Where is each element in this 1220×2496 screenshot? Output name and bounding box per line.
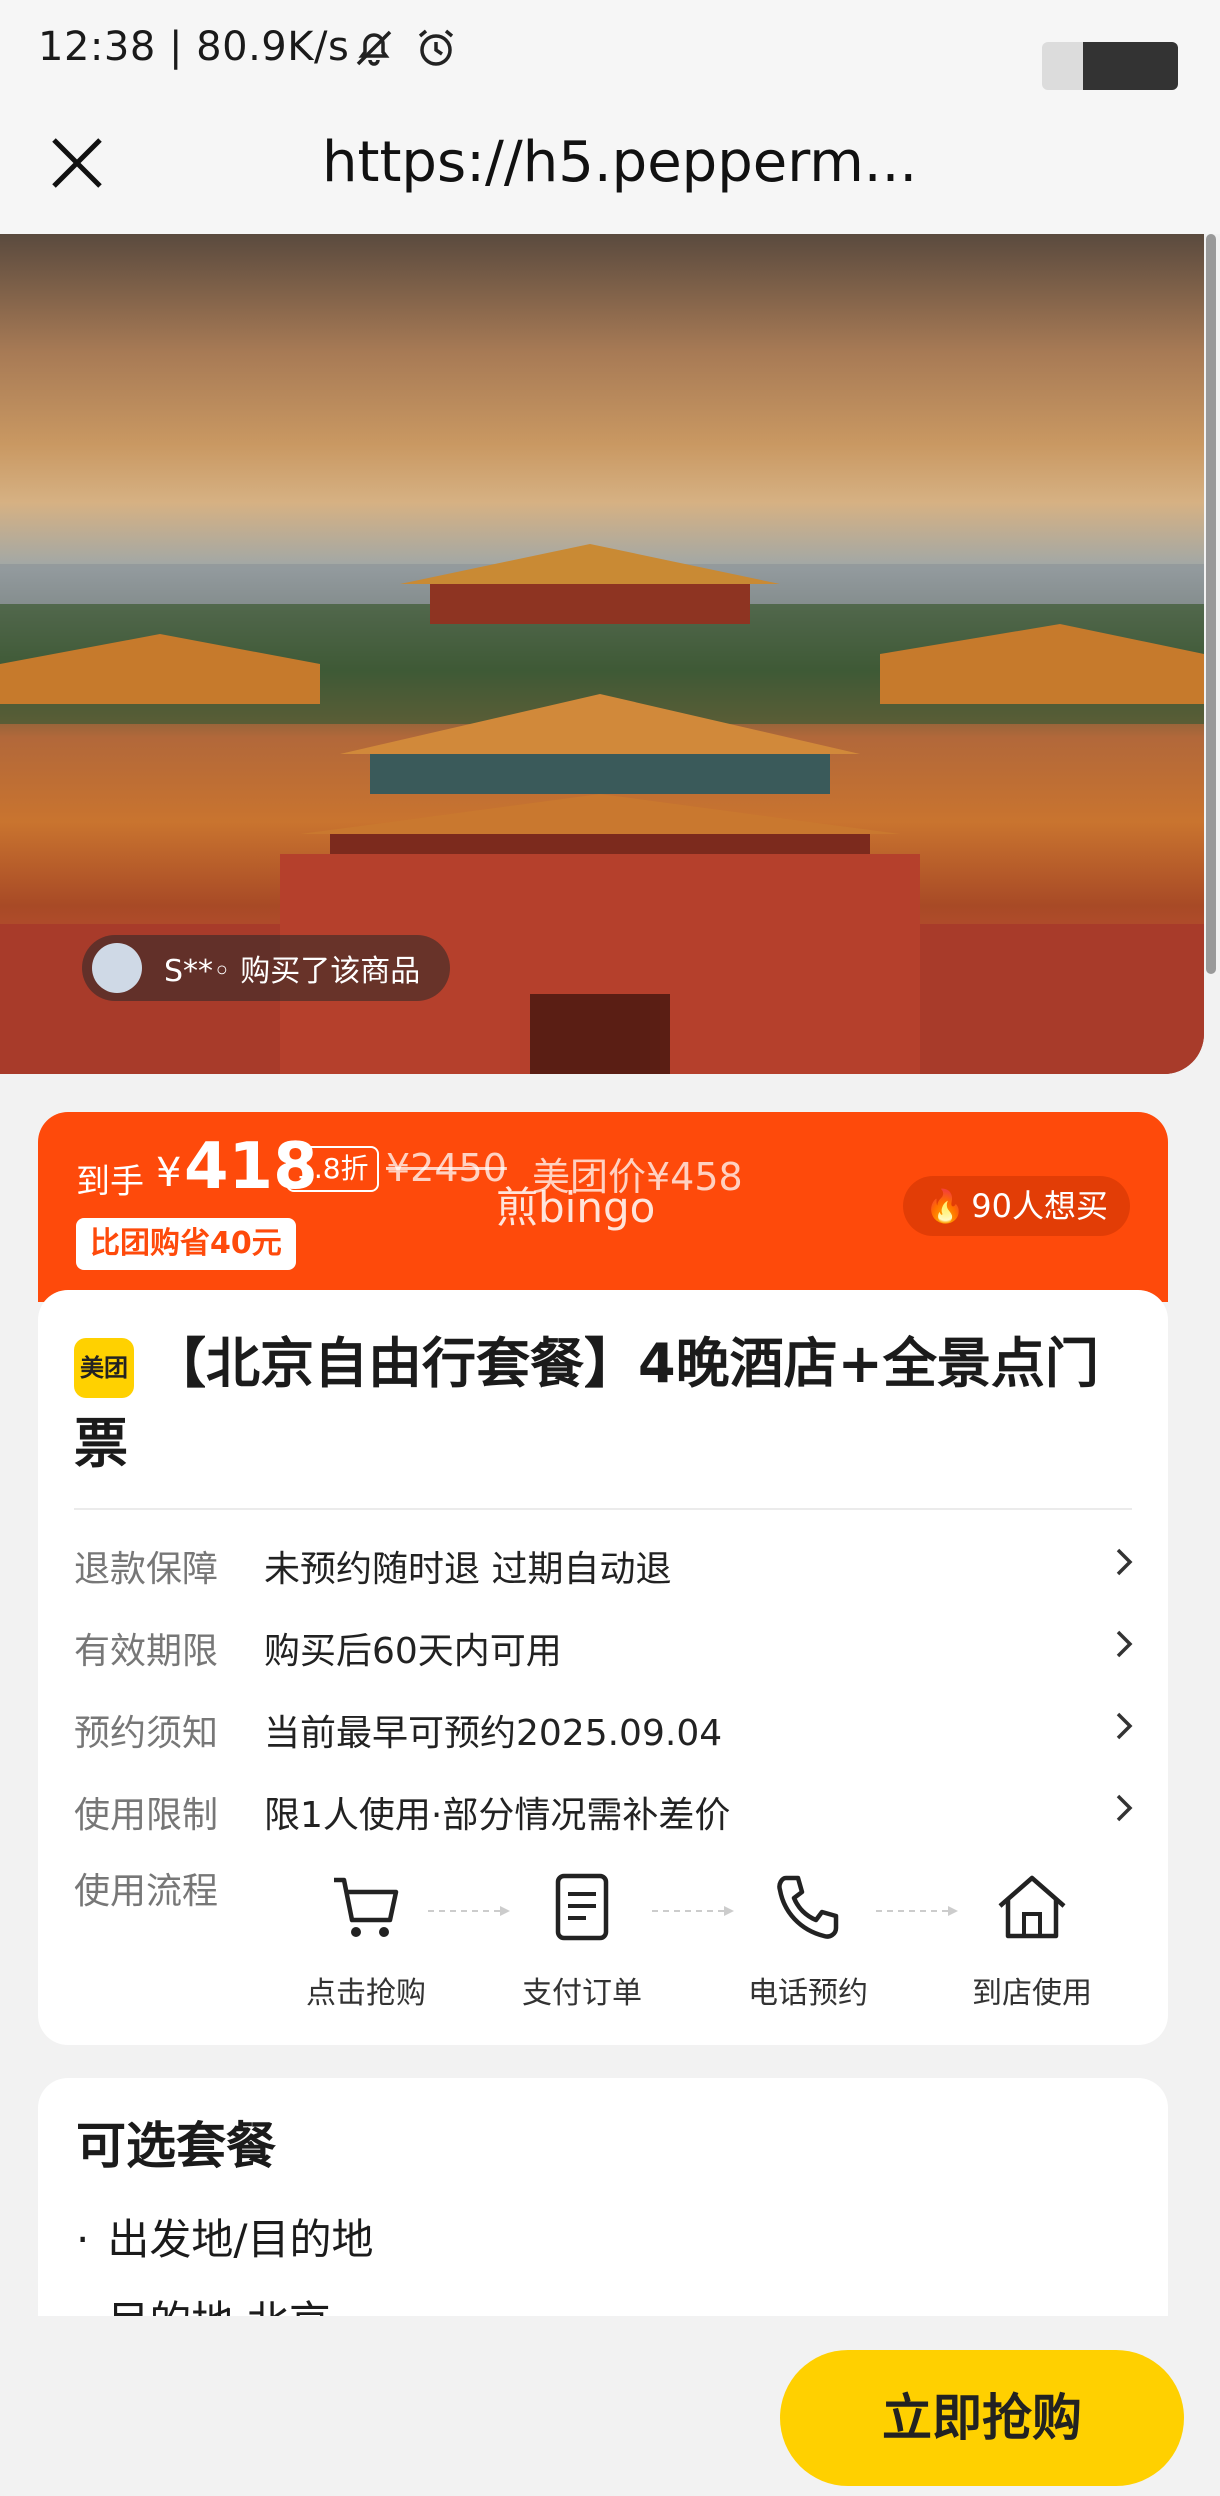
detail-row-restriction[interactable]: 使用限制 限1人使用·部分情况需补差价 [74, 1778, 1142, 1838]
discount-tag: 1.8折 [286, 1146, 379, 1192]
chevron-right-icon [1116, 1794, 1133, 1822]
scrollbar[interactable] [1206, 234, 1216, 974]
bullet: · [76, 2215, 90, 2264]
chevron-right-icon [1116, 1712, 1133, 1740]
chevron-right-icon [1116, 1548, 1133, 1576]
flow-label: 使用流程 [74, 1871, 219, 1912]
battery-icon [1042, 42, 1178, 90]
buyer-text: S**◦ 购买了该商品 [164, 954, 421, 989]
buy-now-button[interactable]: 立即抢购 [780, 2350, 1184, 2486]
step-label: 电话预约 [748, 1976, 868, 2011]
status-bar: 12:38 | 80.9K/s [0, 0, 1220, 100]
bottom-bar: 立即抢购 [0, 2316, 1220, 2496]
flow-step-visit: 到店使用 [952, 1870, 1112, 2012]
step-label: 点击抢购 [306, 1976, 426, 2011]
detail-row-refund[interactable]: 退款保障 未预约随时退 过期自动退 [74, 1532, 1142, 1592]
close-icon[interactable] [44, 130, 110, 196]
status-time-speed: 12:38 | 80.9K/s [38, 24, 350, 70]
flow-arrow [428, 1906, 510, 1916]
avatar [92, 943, 142, 993]
phone-icon [777, 1875, 839, 1939]
flow-arrow [652, 1906, 734, 1916]
divider [74, 1508, 1132, 1510]
detail-label: 预约须知 [74, 1713, 219, 1754]
price-label: 到手 [76, 1162, 144, 1202]
original-price: ¥2450 [386, 1146, 507, 1190]
flow-arrow [876, 1906, 958, 1916]
watermark: 煎bingo [496, 1183, 656, 1232]
detail-value: 购买后60天内可用 [264, 1631, 562, 1672]
detail-label: 退款保障 [74, 1549, 219, 1590]
flow-step-pay: 支付订单 [502, 1870, 662, 2012]
package-item[interactable]: · 出发地/目的地 [76, 2206, 374, 2267]
page-url: https://h5.pepperm... [322, 130, 918, 195]
detail-row-booking[interactable]: 预约须知 当前最早可预约2025.09.04 [74, 1696, 1142, 1756]
flow-step-phone: 电话预约 [728, 1870, 888, 2012]
detail-label: 使用限制 [74, 1795, 219, 1836]
alarm-icon [418, 29, 454, 66]
want-count-badge: 🔥 90人想买 [903, 1176, 1130, 1236]
recent-buyer-toast: S**◦ 购买了该商品 [82, 935, 451, 1001]
home-icon [998, 1875, 1066, 1939]
flow-step-buy: 点击抢购 [286, 1870, 446, 2012]
want-count: 90人想买 [971, 1187, 1108, 1225]
product-info-card: 美团 【北京自由行套餐】4晚酒店+全景点门票 退款保障 未预约随时退 过期自动退… [38, 1290, 1168, 2045]
detail-label: 有效期限 [74, 1631, 219, 1672]
save-badge: 比团购省40元 [76, 1218, 296, 1270]
price-banner: 到手 ¥ 418 1.8折 ¥2450 美团价¥458 煎bingo 比团购省4… [38, 1112, 1168, 1302]
package-title: 可选套餐 [76, 2117, 276, 2175]
chevron-right-icon [1116, 1630, 1133, 1658]
fire-icon: 🔥 [925, 1187, 966, 1225]
step-label: 支付订单 [522, 1976, 642, 2011]
cart-icon [334, 1877, 399, 1937]
product-title: 【北京自由行套餐】4晚酒店+全景点门票 [74, 1332, 1099, 1475]
package-item-label: 出发地/目的地 [107, 2215, 374, 2264]
mute-bell-icon [356, 30, 392, 66]
step-label: 到店使用 [972, 1976, 1092, 2011]
detail-value: 限1人使用·部分情况需补差价 [264, 1795, 731, 1836]
browser-header: https://h5.pepperm... [0, 100, 1220, 234]
currency-symbol: ¥ [156, 1150, 182, 1196]
detail-row-validity[interactable]: 有效期限 购买后60天内可用 [74, 1614, 1142, 1674]
detail-value: 当前最早可预约2025.09.04 [264, 1713, 723, 1754]
document-icon [555, 1873, 609, 1941]
detail-value: 未预约随时退 过期自动退 [264, 1549, 672, 1590]
